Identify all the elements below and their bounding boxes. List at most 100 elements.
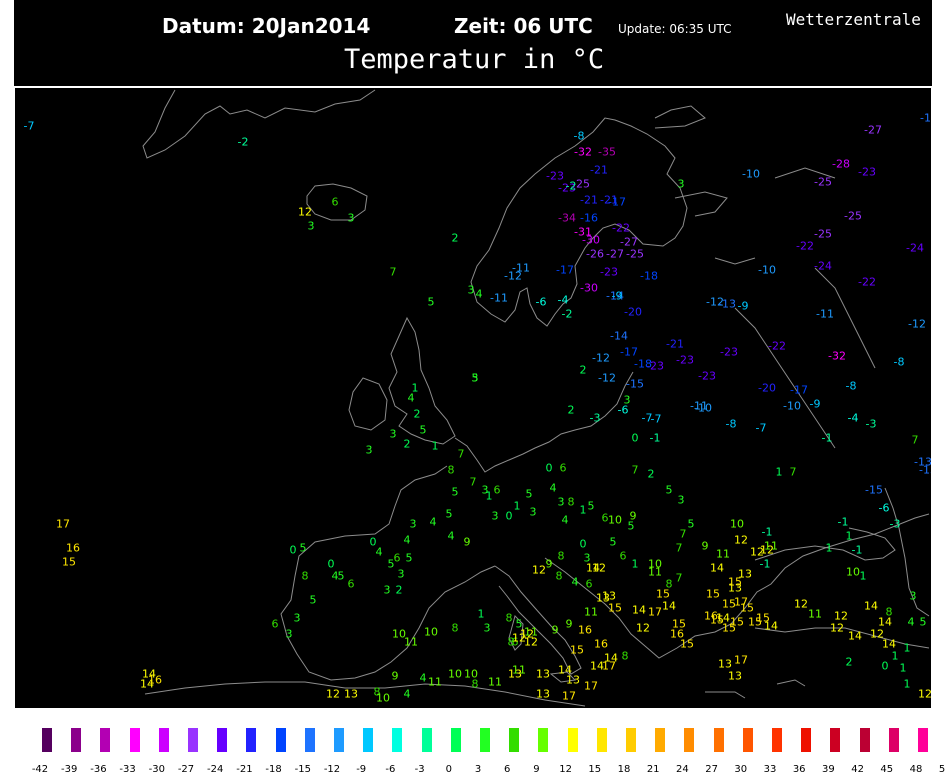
station-temperature: 3 [529,505,537,519]
legend-swatch [450,728,461,752]
station-temperature: 3 [285,627,293,641]
legend-swatch [918,728,928,752]
station-temperature: 4 [419,671,427,685]
legend-label: -30 [148,764,165,775]
station-temperature: -25 [814,175,832,189]
station-temperature: 17 [56,517,70,531]
station-temperature: -17 [790,383,808,397]
station-temperature: 14 [662,599,676,613]
legend-swatch [129,728,140,752]
station-temperature: -10 [783,399,801,413]
station-temperature: 6 [619,549,627,563]
station-temperature: 4 [907,615,915,629]
legend-swatch [304,728,315,752]
station-temperature: -12 [504,269,522,283]
station-temperature: 17 [562,689,576,703]
station-temperature: -23 [698,369,716,383]
chart-header: Datum: 20Jan2014 Zeit: 06 UTC Update: 06… [14,0,932,86]
station-temperature: 8 [451,621,459,635]
station-temperature: -15 [865,483,883,497]
legend-swatch [801,728,812,752]
station-temperature: 5 [419,423,427,437]
station-temperature: 4 [475,287,483,301]
station-temperature: 1 [775,465,783,479]
legend-label: 51 [938,764,946,775]
station-temperature: 7 [789,465,797,479]
station-temperature: -22 [768,339,786,353]
station-temperature: 3 [677,493,685,507]
station-temperature: 14 [848,629,862,643]
station-temperature: 11 [428,675,442,689]
station-temperature: 0 [631,431,639,445]
station-temperature: -4 [557,293,569,307]
station-temperature: -1 [761,525,773,539]
station-temperature: -3 [865,417,877,431]
station-temperature: -1 [851,543,863,557]
station-temperature: 17 [734,653,748,667]
station-temperature: 3 [557,495,565,509]
legend-label: -3 [414,764,425,775]
station-temperature: 15 [722,621,736,635]
station-temperature: -27 [606,247,624,261]
station-temperature: -1 [649,431,661,445]
station-temperature: 1 [891,649,899,663]
station-temperature: -27 [864,123,882,137]
station-temperature: 10 [648,557,662,571]
station-temperature: -1 [837,515,849,529]
station-temperature: 15 [608,601,622,615]
station-temperature: 5 [387,557,395,571]
station-temperature: 15 [62,555,76,569]
station-temperature: 13 [536,667,550,681]
station-temperature: 7 [631,463,639,477]
station-temperature: 7 [389,265,397,279]
station-temperature: 2 [647,467,655,481]
station-temperature: -30 [582,233,600,247]
station-temperature: 5 [309,593,317,607]
station-temperature: -13 [919,463,931,477]
station-temperature: 13 [602,589,616,603]
station-temperature: 5 [627,519,635,533]
legend-label: 45 [880,764,894,775]
station-temperature: 11 [404,635,418,649]
station-temperature: -13 [718,297,736,311]
station-temperature: 7 [457,447,465,461]
station-temperature: 9 [565,617,573,631]
station-temperature: 14 [764,619,778,633]
station-temperature: 3 [409,517,417,531]
station-temperature: 3 [365,443,373,457]
legend-label: -6 [385,764,396,775]
station-temperature: 13 [566,673,580,687]
station-temperature: 3 [307,219,315,233]
station-temperature: 3 [467,283,475,297]
station-temperature: -3 [889,517,901,531]
legend-label: 30 [734,764,748,775]
station-temperature: 8 [447,463,455,477]
station-temperature: 5 [337,569,345,583]
station-temperature: 0 [289,543,297,557]
station-temperature: 15 [570,643,584,657]
station-temperature: 1 [845,529,853,543]
legend-swatch [772,728,782,752]
station-temperature: 5 [299,541,307,555]
station-temperature: -15 [626,377,644,391]
station-temperature: 2 [403,437,411,451]
station-temperature: -23 [676,353,694,367]
legend-swatch [217,728,228,752]
station-temperature: 5 [687,517,695,531]
station-temperature: -14 [610,329,628,343]
station-temperature: 4 [331,569,339,583]
station-temperature: -9 [737,299,749,313]
station-temperature: 9 [391,669,399,683]
legend-label: 6 [504,764,511,775]
station-temperature: 5 [919,615,927,629]
date-label: Datum: 20Jan2014 [162,14,371,38]
station-temperature: -21 [580,193,598,207]
station-temperature: -21 [666,337,684,351]
station-temperature: 11 [808,607,822,621]
station-temperature: 8 [471,677,479,691]
legend-swatch [684,728,695,752]
station-temperature: -23 [600,265,618,279]
station-temperature: 7 [679,527,687,541]
station-temperature: 12 [326,687,340,701]
station-temperature: 10 [730,517,744,531]
